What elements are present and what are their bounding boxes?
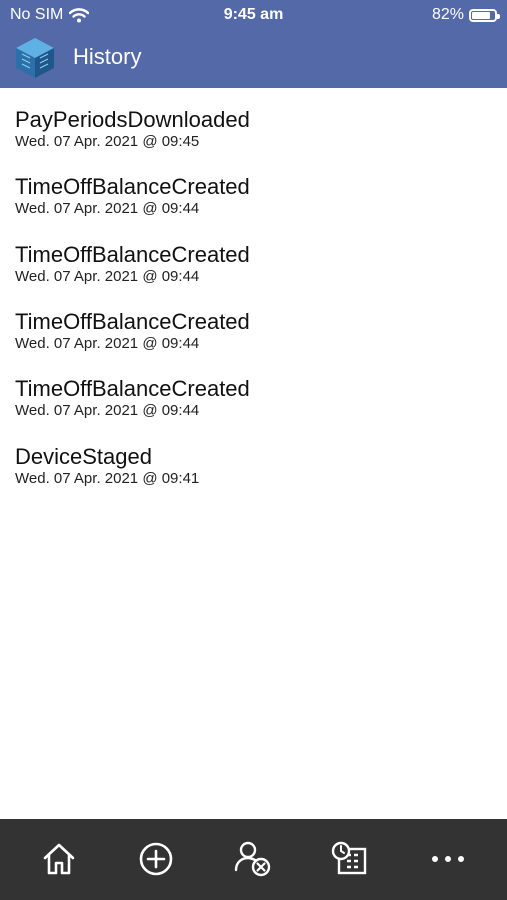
history-item[interactable]: TimeOffBalanceCreated Wed. 07 Apr. 2021 … xyxy=(15,376,495,420)
home-icon xyxy=(43,843,75,875)
app-cube-logo xyxy=(16,38,54,78)
page-title: History xyxy=(73,44,142,69)
status-bar: No SIM 9:45 am 82% xyxy=(0,0,507,30)
history-item[interactable]: DeviceStaged Wed. 07 Apr. 2021 @ 09:41 xyxy=(15,444,495,488)
history-item-timestamp: Wed. 07 Apr. 2021 @ 09:41 xyxy=(15,470,200,487)
status-time: 9:45 am xyxy=(223,6,284,23)
add-tab[interactable] xyxy=(132,837,180,881)
battery-area: 82% xyxy=(431,6,500,24)
more-icon xyxy=(432,856,464,862)
history-item-event: TimeOffBalanceCreated xyxy=(15,376,250,401)
timesheet-calendar-icon xyxy=(331,841,367,875)
user-remove-icon xyxy=(234,841,271,877)
battery-percent: 82% xyxy=(431,6,464,23)
history-item-timestamp: Wed. 07 Apr. 2021 @ 09:44 xyxy=(15,200,200,217)
history-item-timestamp: Wed. 07 Apr. 2021 @ 09:44 xyxy=(15,335,200,352)
history-item-timestamp: Wed. 07 Apr. 2021 @ 09:44 xyxy=(15,268,200,285)
history-item-event: TimeOffBalanceCreated xyxy=(15,174,250,199)
history-item-event: DeviceStaged xyxy=(15,444,152,469)
history-item-event: TimeOffBalanceCreated xyxy=(15,242,250,267)
battery-icon xyxy=(469,8,500,22)
user-remove-tab[interactable] xyxy=(229,837,277,881)
app-bar: History xyxy=(0,34,507,82)
history-item[interactable]: TimeOffBalanceCreated Wed. 07 Apr. 2021 … xyxy=(15,242,495,286)
history-item-timestamp: Wed. 07 Apr. 2021 @ 09:45 xyxy=(15,133,200,150)
history-item-event: TimeOffBalanceCreated xyxy=(15,309,250,334)
header: No SIM 9:45 am 82% History xyxy=(0,0,507,88)
more-tab[interactable] xyxy=(424,837,472,881)
history-item[interactable]: TimeOffBalanceCreated Wed. 07 Apr. 2021 … xyxy=(15,174,495,218)
timesheet-tab[interactable] xyxy=(326,837,374,881)
history-item-timestamp: Wed. 07 Apr. 2021 @ 09:44 xyxy=(15,402,200,419)
bottom-tab-bar xyxy=(0,819,507,900)
history-item-event: PayPeriodsDownloaded xyxy=(15,107,250,132)
add-circle-icon xyxy=(139,842,173,876)
history-item[interactable]: PayPeriodsDownloaded Wed. 07 Apr. 2021 @… xyxy=(15,107,495,151)
battery-fill xyxy=(472,11,491,19)
home-tab[interactable] xyxy=(35,837,83,881)
history-item[interactable]: TimeOffBalanceCreated Wed. 07 Apr. 2021 … xyxy=(15,309,495,353)
